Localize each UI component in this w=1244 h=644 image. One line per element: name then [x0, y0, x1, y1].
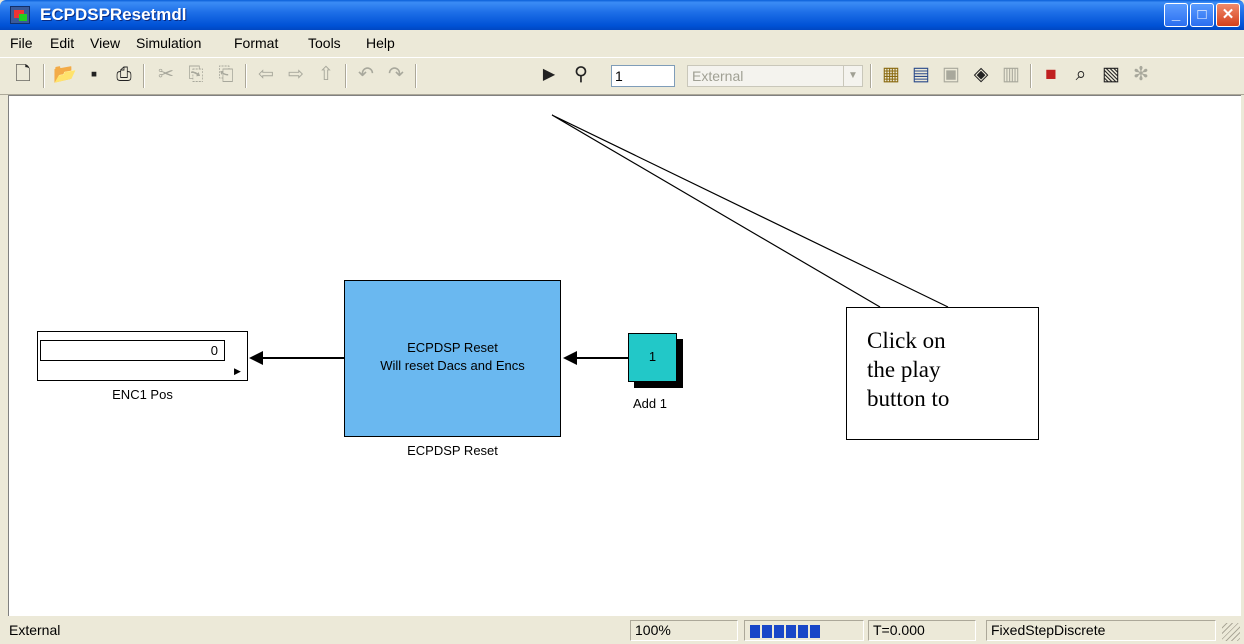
constant-block-label: Add 1	[633, 396, 667, 411]
callout-line1: Click on	[867, 328, 946, 353]
status-mode: External	[9, 622, 61, 638]
reset-block-line1: ECPDSP Reset	[407, 340, 498, 355]
signal-line-constant-to-reset	[563, 351, 628, 365]
callout-line3: button to	[867, 386, 950, 411]
status-time: T=0.000	[868, 620, 976, 641]
progress-segment	[786, 624, 796, 638]
signal-line-reset-to-display	[249, 351, 344, 365]
display-value: 0	[40, 340, 225, 361]
display-scroll-icon[interactable]: ▶	[234, 366, 241, 377]
reset-block-label: ECPDSP Reset	[407, 443, 498, 458]
display-block[interactable]: 0 ▶	[37, 331, 248, 381]
status-progress	[744, 620, 864, 641]
callout-line2: the play	[867, 357, 941, 382]
instruction-callout: Click on the play button to	[846, 307, 1039, 440]
status-zoom: 100%	[630, 620, 738, 641]
progress-segment	[798, 624, 808, 638]
progress-segment	[810, 624, 820, 638]
resize-grip-icon[interactable]	[1222, 623, 1240, 641]
reset-block-text: ECPDSP Reset Will reset Dacs and Encs	[345, 339, 560, 375]
progress-segment	[774, 624, 784, 638]
status-bar: External 100% T=0.000 FixedStepDiscrete	[0, 617, 1244, 644]
ecpdsp-reset-block[interactable]: ECPDSP Reset Will reset Dacs and Encs	[344, 280, 561, 437]
callout-pointer	[551, 114, 949, 308]
progress-segment	[762, 624, 772, 638]
display-block-label: ENC1 Pos	[112, 387, 173, 402]
connections-and-callout-lines	[249, 114, 949, 365]
reset-block-line2: Will reset Dacs and Encs	[380, 358, 525, 373]
simulink-window: ECPDSPResetmdl _ □ ✕ File Edit View Simu…	[0, 0, 1244, 644]
status-solver: FixedStepDiscrete	[986, 620, 1216, 641]
constant-block[interactable]: 1	[628, 333, 677, 382]
progress-segment	[750, 624, 760, 638]
